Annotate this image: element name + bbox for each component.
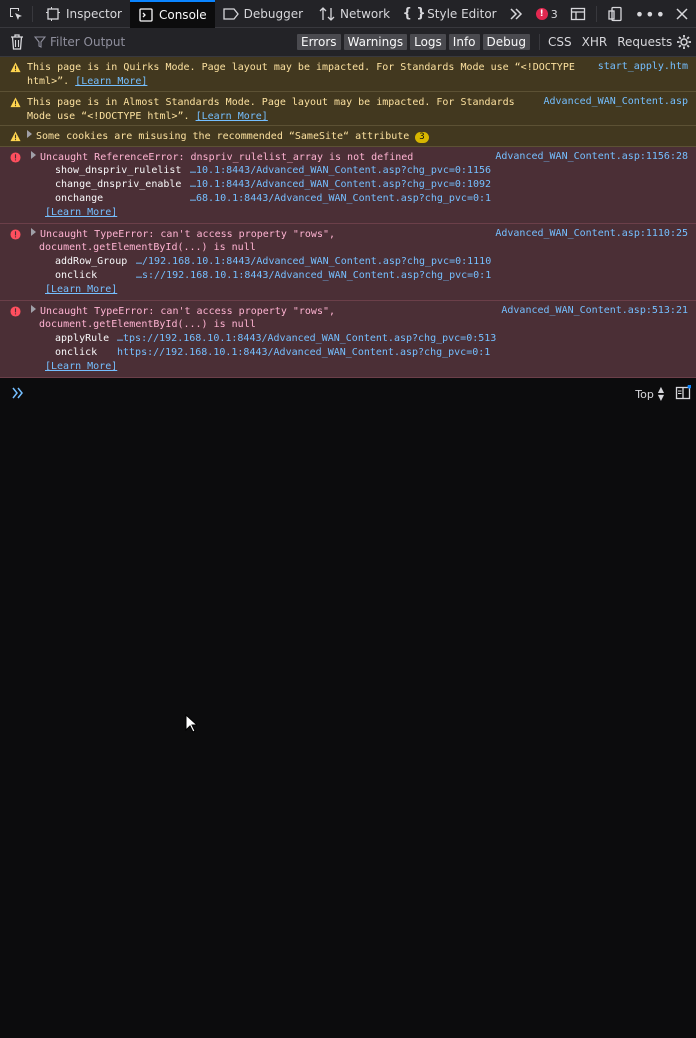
- trash-icon: [11, 34, 23, 50]
- split-console-icon: [570, 7, 585, 21]
- message-location-link[interactable]: Advanced_WAN_Content.asp: [544, 96, 689, 107]
- stack-frame[interactable]: onclick …s://192.168.10.1:8443/Advanced_W…: [55, 270, 491, 281]
- filter-debug-button[interactable]: Debug: [482, 34, 530, 50]
- message-text: Uncaught ReferenceError: dnspriv_rulelis…: [31, 151, 413, 165]
- split-console-button[interactable]: [564, 0, 592, 28]
- tab-console[interactable]: Console: [129, 0, 215, 28]
- filter-icon: [34, 36, 46, 48]
- message-text: Some cookies are misusing the recommende…: [27, 130, 429, 144]
- debugger-icon: [222, 6, 239, 22]
- style-editor-icon: { }: [402, 6, 426, 21]
- console-input[interactable]: Top ▲ ▼: [0, 381, 696, 405]
- message-location-link[interactable]: start_apply.htm: [598, 61, 688, 72]
- error-icon: !: [535, 8, 548, 20]
- prompt-chevron-icon: [12, 387, 23, 399]
- warning-icon: [10, 131, 21, 142]
- learn-more-link[interactable]: [Learn More]: [45, 207, 117, 218]
- tab-style-editor[interactable]: { } Style Editor: [398, 0, 504, 28]
- console-message-warning: This page is in Almost Standards Mode. P…: [0, 92, 696, 126]
- console-icon: [138, 7, 154, 23]
- tab-inspector[interactable]: Inspector: [37, 0, 130, 28]
- double-chevron-right-icon: [510, 7, 522, 20]
- console-message-error: Uncaught TypeError: can't access propert…: [0, 224, 696, 301]
- error-icon: [10, 152, 21, 163]
- warning-icon: [10, 62, 21, 73]
- filter-requests-button[interactable]: Requests: [617, 35, 672, 49]
- stack-frame[interactable]: change_dnspriv_enable …10.1:8443/Advanced…: [55, 179, 491, 190]
- element-picker-icon: [10, 7, 22, 20]
- devtools-toolbar: Inspector Console Debugger Network { } S…: [0, 0, 696, 28]
- responsive-design-icon: [608, 6, 622, 22]
- stack-frame[interactable]: onchange …68.10.1:8443/Advanced_WAN_Conte…: [55, 193, 491, 204]
- stack-frame[interactable]: show_dnspriv_rulelist …10.1:8443/Advanced…: [55, 165, 491, 176]
- learn-more-link[interactable]: [Learn More]: [45, 284, 117, 295]
- stack-frame[interactable]: applyRule …tps://192.168.10.1:8443/Advanc…: [55, 333, 496, 344]
- ellipsis-icon: •••: [634, 4, 666, 24]
- message-location-link[interactable]: Advanced_WAN_Content.asp:1110:25: [495, 228, 688, 239]
- learn-more-link[interactable]: [Learn More]: [75, 76, 147, 87]
- toggle-editor-button[interactable]: [675, 384, 692, 404]
- sidebar-icon: [675, 384, 692, 400]
- stack-frame[interactable]: onclick https://192.168.10.1:8443/Advance…: [55, 347, 490, 358]
- tab-debugger[interactable]: Debugger: [215, 0, 311, 28]
- console-message-warning: This page is in Quirks Mode. Page layout…: [0, 57, 696, 92]
- more-tools-button[interactable]: [505, 0, 527, 28]
- responsive-design-button[interactable]: [601, 0, 629, 28]
- learn-more-link[interactable]: [Learn More]: [196, 111, 268, 122]
- message-text: Uncaught TypeError: can't access propert…: [31, 305, 335, 319]
- console-message-warning-group[interactable]: Some cookies are misusing the recommende…: [0, 126, 696, 147]
- message-text: This page is in Quirks Mode. Page layout…: [27, 62, 575, 87]
- element-picker-button[interactable]: [0, 0, 32, 28]
- filter-warnings-button[interactable]: Warnings: [343, 34, 408, 50]
- error-icon: [10, 229, 21, 240]
- filter-info-button[interactable]: Info: [448, 34, 480, 50]
- message-location-link[interactable]: Advanced_WAN_Content.asp:513:21: [501, 305, 688, 316]
- evaluation-context-selector[interactable]: Top ▲ ▼: [635, 386, 664, 402]
- tab-network[interactable]: Network: [311, 0, 398, 28]
- filter-logs-button[interactable]: Logs: [410, 34, 446, 50]
- error-count-badge[interactable]: ! 3: [535, 8, 558, 21]
- more-options-button[interactable]: •••: [629, 0, 672, 28]
- filter-css-button[interactable]: CSS: [548, 35, 572, 49]
- error-icon: [10, 306, 21, 317]
- gear-icon: [677, 35, 691, 49]
- filter-output-input[interactable]: Filter Output: [34, 35, 284, 49]
- clear-console-button[interactable]: [0, 34, 34, 50]
- message-text: This page is in Almost Standards Mode. P…: [27, 97, 515, 122]
- network-icon: [319, 6, 335, 22]
- stack-frame[interactable]: addRow_Group …/192.168.10.1:8443/Advanced…: [55, 256, 491, 267]
- console-filter-bar: Filter Output Errors Warnings Logs Info …: [0, 28, 696, 57]
- learn-more-link[interactable]: [Learn More]: [45, 361, 117, 372]
- mouse-cursor-icon: [185, 714, 197, 733]
- expand-arrow-icon[interactable]: [31, 228, 36, 236]
- close-devtools-button[interactable]: [672, 0, 696, 28]
- message-text: Uncaught TypeError: can't access propert…: [31, 228, 335, 242]
- console-message-error: Uncaught TypeError: can't access propert…: [0, 301, 696, 378]
- filter-xhr-button[interactable]: XHR: [582, 35, 608, 49]
- warning-icon: [10, 97, 21, 108]
- repeat-count-badge: 3: [415, 132, 429, 143]
- inspector-icon: [45, 6, 61, 22]
- toolbar-right: ! 3 •••: [535, 0, 696, 28]
- close-icon: [676, 8, 688, 20]
- sort-arrows-icon: ▲ ▼: [657, 385, 664, 402]
- console-settings-button[interactable]: [676, 34, 692, 53]
- message-location-link[interactable]: Advanced_WAN_Content.asp:1156:28: [495, 151, 688, 162]
- filter-errors-button[interactable]: Errors: [297, 34, 341, 50]
- console-message-error: Uncaught ReferenceError: dnspriv_rulelis…: [0, 147, 696, 224]
- expand-arrow-icon[interactable]: [31, 305, 36, 313]
- expand-arrow-icon[interactable]: [31, 151, 36, 159]
- expand-arrow-icon[interactable]: [27, 130, 32, 138]
